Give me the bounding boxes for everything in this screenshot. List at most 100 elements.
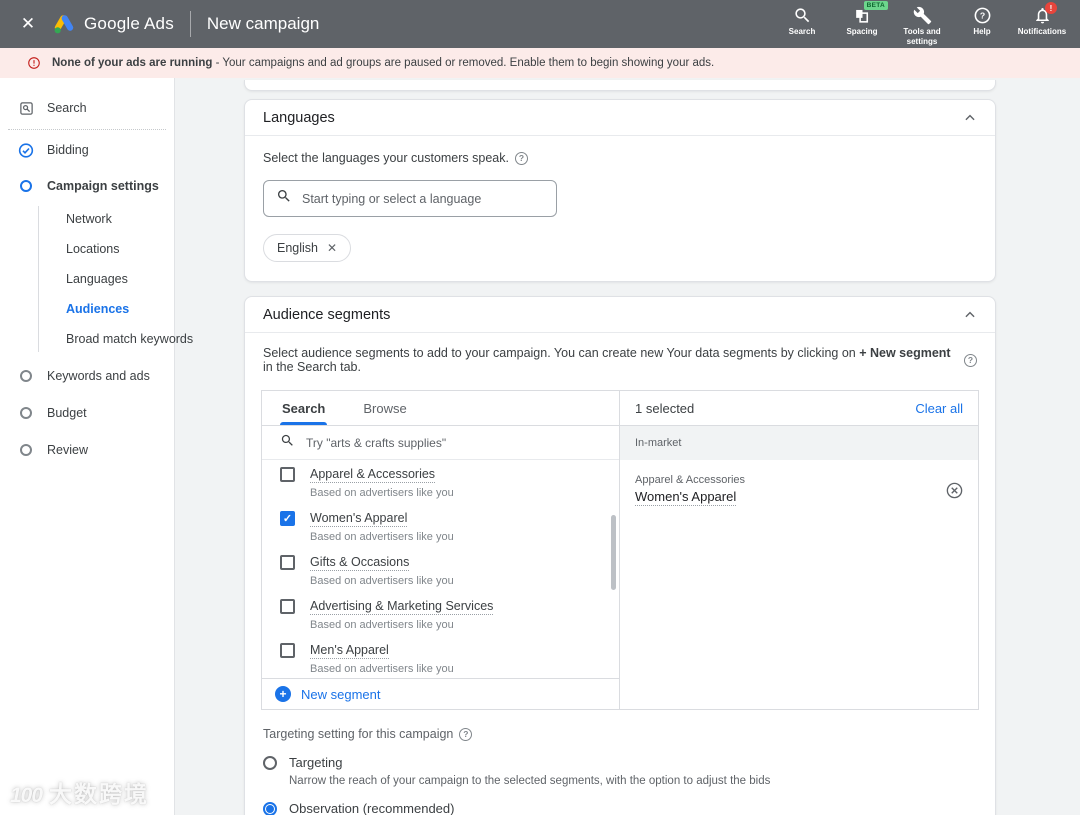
desc-bold: + New segment [859,346,951,360]
check-circle-icon [18,142,34,158]
audience-description: Select audience segments to add to your … [245,333,995,374]
selected-segment-texts: Apparel & Accessories Women's Apparel [635,474,745,506]
sidebar-item-review[interactable]: Review [0,442,174,458]
audience-card-header: Audience segments [245,297,995,333]
segment-subtext: Based on advertisers like you [310,575,454,587]
alert-text: None of your ads are running - Your camp… [52,57,714,69]
tab-search[interactable]: Search [279,391,328,425]
help-action[interactable]: ? Help [954,1,1010,37]
segment-search-input[interactable] [306,435,619,450]
languages-card-title: Languages [263,109,335,126]
targeting-option[interactable]: Targeting Narrow the reach of your campa… [263,755,977,787]
alert-text-bold: None of your ads are running [52,57,213,69]
sidebar-item-campaign-settings[interactable]: Campaign settings [0,178,174,194]
search-icon [793,6,812,25]
segment-name: Apparel & Accessories [310,467,436,483]
sidebar: Search Bidding Campaign settings Network… [0,78,193,815]
radio-circle-icon [18,442,34,458]
segment-row[interactable]: Gifts & Occasions Based on advertisers li… [262,548,619,592]
sidebar-item-network[interactable]: Network [0,204,174,234]
segment-subtext: Based on advertisers like you [310,619,454,631]
sidebar-item-bidding[interactable]: Bidding [0,142,174,158]
chevron-up-icon[interactable] [963,308,977,322]
notification-badge: ! [1045,2,1057,14]
list-scrollbar[interactable] [611,515,616,590]
segment-row[interactable]: Advertising & Marketing Services Based on… [262,592,619,636]
radio-selected[interactable] [263,802,277,815]
language-chip-english[interactable]: English ✕ [263,234,352,262]
selected-group-label: In-market [620,426,978,460]
search-action-label: Search [788,27,816,36]
picker-right-pane: 1 selected Clear all In-market Apparel &… [620,391,978,709]
spacing-action[interactable]: BETA Spacing [834,1,890,37]
picker-left-pane: Search Browse Apparel & [262,391,620,709]
checkbox-unchecked[interactable] [280,599,295,614]
targeting-heading-text: Targeting setting for this campaign [263,727,454,741]
audience-card-title: Audience segments [263,306,391,323]
sidebar-item-label: Review [47,443,88,457]
checkbox-unchecked[interactable] [280,643,295,658]
remove-segment-icon[interactable] [945,481,964,500]
targeting-section: Targeting setting for this campaign ? Ta… [245,710,995,815]
help-circle-icon[interactable]: ? [964,353,977,367]
sidebar-item-audiences[interactable]: Audiences [0,294,174,324]
languages-instruction-text: Select the languages your customers spea… [263,151,509,165]
close-icon[interactable]: ✕ [14,14,42,34]
help-circle-icon[interactable]: ? [514,151,528,165]
segment-subtext: Based on advertisers like you [310,663,454,675]
wrench-icon [913,6,932,25]
segment-name: Women's Apparel [310,511,408,527]
sidebar-item-budget[interactable]: Budget [0,405,174,421]
checkbox-unchecked[interactable] [280,467,295,482]
audience-description-text: Select audience segments to add to your … [263,346,958,374]
segment-subtext: Based on advertisers like you [310,531,454,543]
observation-option[interactable]: Observation (recommended) Don't narrow t… [263,801,977,815]
tab-browse[interactable]: Browse [363,391,406,425]
clear-all-link[interactable]: Clear all [915,401,963,416]
help-circle-icon[interactable]: ? [459,727,473,741]
tools-action-label: Tools and settings [903,27,941,46]
languages-card-header: Languages [245,100,995,136]
radio-unselected[interactable] [263,756,277,770]
notifications-action-label: Notifications [1017,27,1067,36]
brand-name: Google Ads [84,14,174,33]
segment-list: Apparel & Accessories Based on advertiser… [262,460,619,678]
selected-segment-name: Women's Apparel [635,489,737,506]
segment-name: Men's Apparel [310,643,389,659]
sidebar-item-languages[interactable]: Languages [0,264,174,294]
segment-row[interactable]: Men's Apparel Based on advertisers like y… [262,636,619,678]
sidebar-item-broad-match-keywords[interactable]: Broad match keywords [0,324,193,354]
audience-segments-card: Audience segments Select audience segmen… [244,296,996,815]
checkbox-unchecked[interactable] [280,555,295,570]
radio-circle-icon [18,368,34,384]
picker-tabs: Search Browse [262,391,619,426]
segment-row[interactable]: ✓ Women's Apparel Based on advertisers li… [262,504,619,548]
campaign-settings-subnav: Network Locations Languages Audiences Br… [0,204,193,354]
checkbox-checked[interactable]: ✓ [280,511,295,526]
error-icon [27,56,41,70]
sidebar-item-label: Search [47,101,87,115]
language-search-box[interactable] [263,180,557,217]
sidebar-item-label: Campaign settings [47,179,159,193]
segment-search-box[interactable] [262,426,619,460]
search-icon [280,433,295,453]
new-segment-button[interactable]: + New segment [262,678,619,709]
topbar-divider [189,11,191,37]
chip-label: English [277,241,318,255]
search-action[interactable]: Search [774,1,830,37]
selection-header: 1 selected Clear all [620,391,978,426]
sidebar-item-label: Budget [47,406,87,420]
segment-name: Gifts & Occasions [310,555,410,571]
language-search-input[interactable] [302,191,544,206]
tools-action[interactable]: Tools and settings [894,1,950,47]
sidebar-item-keywords-and-ads[interactable]: Keywords and ads [0,368,174,384]
sidebar-item-locations[interactable]: Locations [0,234,174,264]
chip-remove-icon[interactable]: ✕ [327,241,337,255]
notifications-action[interactable]: ! Notifications [1014,1,1070,37]
targeting-heading: Targeting setting for this campaign ? [263,727,977,741]
sidebar-item-search[interactable]: Search [0,100,174,116]
google-ads-logo-icon [52,12,76,36]
svg-text:?: ? [979,11,984,21]
chevron-up-icon[interactable] [963,111,977,125]
segment-row[interactable]: Apparel & Accessories Based on advertiser… [262,460,619,504]
